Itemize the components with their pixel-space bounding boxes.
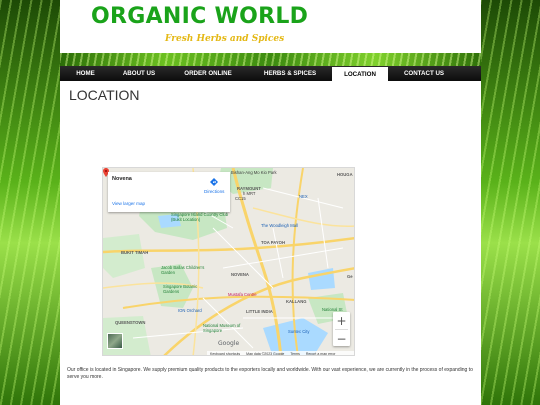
map-info-card: Novena Directions View larger map <box>108 172 230 212</box>
map-label-kallang: KALLANG <box>286 299 307 304</box>
map-label-botanic-gardens: Singapore Botanic Gardens <box>163 284 198 294</box>
grass-background-left <box>0 0 60 405</box>
map-label-novena: NOVENA <box>231 272 249 277</box>
map-label-nex: NEX <box>299 194 308 199</box>
grass-banner <box>60 53 481 66</box>
map-label-little-india: LITTLE INDIA <box>246 309 273 314</box>
map-label-ion-orchard: ION Orchard <box>178 308 202 313</box>
nav-herbs-spices[interactable]: HERBS & SPICES <box>248 66 332 81</box>
main-content: LOCATION Bishan-Ang Mo Kio Park RAYMOUNT… <box>60 81 481 403</box>
map-label-mustafa: Mustafa Centre <box>228 292 257 297</box>
map-place-name: Novena <box>112 176 132 182</box>
zoom-out-button[interactable]: − <box>333 330 350 347</box>
map-label-ge: Ge <box>347 274 353 279</box>
map-label-hougang: HOUGA <box>337 172 353 177</box>
page-title: LOCATION <box>69 87 140 103</box>
zoom-in-button[interactable]: + <box>333 312 350 329</box>
map-label-jacob-ballas: Jacob Ballas Children's Garden <box>161 265 205 275</box>
embedded-map[interactable]: Bishan-Ang Mo Kio Park RAYMOUNT h MRT CC… <box>102 167 355 356</box>
map-label-suntec: Suntec City <box>288 329 310 334</box>
map-data-attribution: Map data ©2023 Google <box>246 352 285 356</box>
nav-about-us[interactable]: ABOUT US <box>110 66 168 81</box>
page-container: ORGANIC WORLD Fresh Herbs and Spices HOM… <box>60 0 481 405</box>
zoom-controls: + − <box>333 312 350 346</box>
map-footer: Keyboard shortcuts Map data ©2023 Google… <box>207 351 354 356</box>
terms-link[interactable]: Terms <box>290 352 300 355</box>
grass-background-right <box>480 0 540 405</box>
nav-order-online[interactable]: ORDER ONLINE <box>168 66 248 81</box>
map-label-woodleigh: The Woodleigh Mall <box>261 223 298 228</box>
map-label-queenstown: QUEENSTOWN <box>115 320 146 325</box>
directions-icon[interactable] <box>210 178 218 186</box>
office-description: Our office is located in Singapore. We s… <box>67 367 473 380</box>
nav-location[interactable]: LOCATION <box>332 67 388 81</box>
map-label-park: Bishan-Ang Mo Kio Park <box>231 170 277 175</box>
map-label-cc15: CC15 <box>235 196 246 201</box>
report-error-link[interactable]: Report a map error <box>306 352 336 355</box>
google-logo: Google <box>218 340 240 347</box>
directions-link[interactable]: Directions <box>204 189 224 194</box>
nav-contact-us[interactable]: CONTACT US <box>388 66 460 81</box>
map-label-country-club: Singapore Island Country Club (Bukit Loc… <box>171 212 229 222</box>
site-tagline: Fresh Herbs and Spices <box>165 34 285 44</box>
keyboard-shortcuts-link[interactable]: Keyboard shortcuts <box>210 352 240 355</box>
main-nav: HOME ABOUT US ORDER ONLINE HERBS & SPICE… <box>60 66 481 81</box>
site-header: ORGANIC WORLD Fresh Herbs and Spices <box>60 0 481 53</box>
satellite-toggle[interactable] <box>107 333 123 349</box>
view-larger-map-link[interactable]: View larger map <box>112 201 145 206</box>
nav-home[interactable]: HOME <box>61 66 110 81</box>
map-label-bukit-timah: BUKIT TIMAH <box>121 250 149 255</box>
map-label-toa-payoh: TOA PAYOH <box>261 240 285 245</box>
map-label-national-museum: National Museum of Singapore <box>203 323 241 333</box>
site-logo[interactable]: ORGANIC WORLD <box>91 4 308 29</box>
